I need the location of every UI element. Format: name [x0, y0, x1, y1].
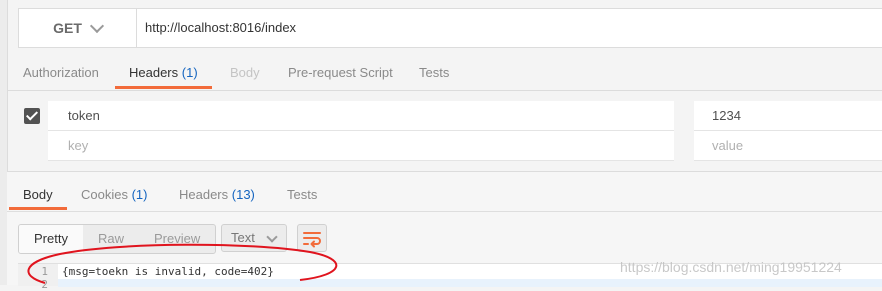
annotation-ellipse — [27, 243, 338, 284]
